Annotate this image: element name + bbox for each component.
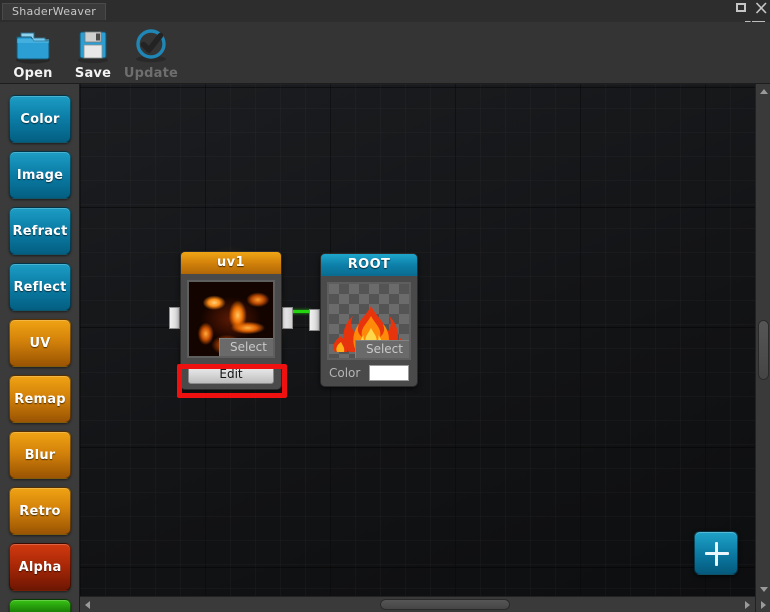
horizontal-scrollbar-thumb[interactable] xyxy=(380,599,510,610)
node-uv1-input-port[interactable] xyxy=(169,307,180,329)
node-root-select-button[interactable]: Select xyxy=(354,340,409,358)
node-uv1-edit-button[interactable]: Edit xyxy=(188,364,274,384)
node-uv1-title[interactable]: uv1 xyxy=(181,252,281,274)
folder-open-icon xyxy=(12,25,54,65)
check-circle-icon xyxy=(130,25,172,65)
scroll-left-arrow[interactable] xyxy=(80,598,95,612)
toolbar: Open Save Update xyxy=(0,22,770,84)
sidebar-item-uv[interactable]: UV xyxy=(9,319,71,367)
update-button[interactable]: Update xyxy=(120,25,182,83)
sidebar-item-reflect[interactable]: Reflect xyxy=(9,263,71,311)
open-label: Open xyxy=(13,66,53,81)
sidebar-item-remap[interactable]: Remap xyxy=(9,375,71,423)
sidebar-item-refract[interactable]: Refract xyxy=(9,207,71,255)
node-root[interactable]: ROOT Select Color xyxy=(309,253,418,387)
node-root-color-row: Color xyxy=(329,365,409,381)
node-uv1[interactable]: uv1 Select Edit xyxy=(169,246,293,398)
save-button[interactable]: Save xyxy=(62,25,124,83)
update-label: Update xyxy=(123,66,179,81)
node-root-color-label: Color xyxy=(329,366,361,380)
sidebar-item-next[interactable] xyxy=(9,599,71,612)
node-uv1-body: uv1 Select Edit xyxy=(180,251,282,390)
node-root-body: ROOT Select Color xyxy=(320,253,418,387)
scroll-down-arrow[interactable] xyxy=(756,582,770,596)
title-bar: ShaderWeaver xyxy=(0,0,770,29)
sidebar-item-image[interactable]: Image xyxy=(9,151,71,199)
shaderweaver-window: ShaderWeaver Open Save Update Color Imag… xyxy=(0,0,770,612)
save-label: Save xyxy=(74,66,112,81)
scroll-page-down-arrow[interactable] xyxy=(756,597,770,611)
scroll-up-arrow[interactable] xyxy=(756,84,770,98)
node-palette-sidebar: Color Image Refract Reflect UV Remap Blu… xyxy=(0,84,80,612)
add-node-button[interactable] xyxy=(694,531,738,575)
node-uv1-output-port[interactable] xyxy=(282,307,293,329)
node-root-preview[interactable]: Select xyxy=(327,282,411,360)
restore-icon xyxy=(736,3,746,12)
sidebar-item-alpha[interactable]: Alpha xyxy=(9,543,71,591)
node-uv1-preview[interactable]: Select xyxy=(187,280,275,358)
window-controls xyxy=(736,2,767,14)
node-uv1-select-button[interactable]: Select xyxy=(218,338,273,356)
vertical-scrollbar[interactable] xyxy=(755,84,770,612)
vertical-scrollbar-thumb[interactable] xyxy=(758,320,769,380)
restore-button[interactable] xyxy=(736,2,748,14)
sidebar-item-retro[interactable]: Retro xyxy=(9,487,71,535)
node-root-color-swatch[interactable] xyxy=(369,365,409,381)
node-graph-canvas[interactable]: uv1 Select Edit ROOT Select Color xyxy=(80,84,755,596)
floppy-disk-icon xyxy=(72,25,114,65)
horizontal-scrollbar[interactable] xyxy=(80,596,755,612)
node-root-title[interactable]: ROOT xyxy=(321,254,417,276)
sidebar-item-blur[interactable]: Blur xyxy=(9,431,71,479)
close-icon xyxy=(755,2,767,14)
node-root-input-port[interactable] xyxy=(309,309,320,331)
close-button[interactable] xyxy=(755,2,767,14)
sidebar-item-color[interactable]: Color xyxy=(9,95,71,143)
scroll-right-arrow[interactable] xyxy=(740,598,755,612)
open-button[interactable]: Open xyxy=(2,25,64,83)
window-tab[interactable]: ShaderWeaver xyxy=(2,3,107,20)
